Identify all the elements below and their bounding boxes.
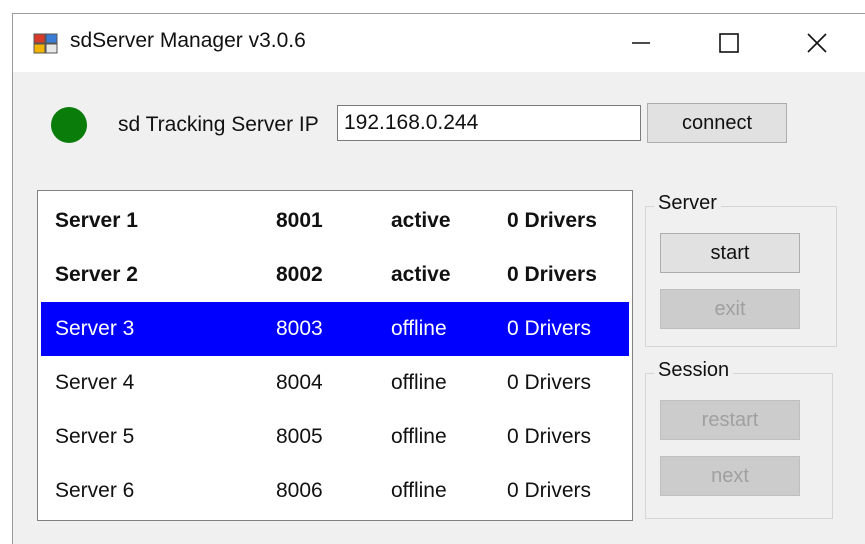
server-port: 8006 bbox=[276, 479, 323, 502]
server-drivers: 0 Drivers bbox=[507, 425, 592, 448]
session-group-legend: Session bbox=[654, 359, 734, 382]
server-list[interactable]: Server 1 8001 active 0 Drivers Server 2 … bbox=[37, 190, 633, 521]
server-drivers: 0 Drivers bbox=[507, 371, 592, 394]
server-ip-label: sd Tracking Server IP bbox=[118, 113, 319, 136]
server-status: offline bbox=[391, 425, 447, 448]
server-row[interactable]: Server 1 8001 active 0 Drivers bbox=[41, 194, 629, 248]
title-bar[interactable]: sdServer Manager v3.0.6 bbox=[13, 14, 865, 72]
server-drivers: 0 Drivers bbox=[507, 209, 597, 232]
server-row[interactable]: Server 6 8006 offline 0 Drivers bbox=[41, 464, 629, 518]
server-name: Server 5 bbox=[55, 425, 135, 448]
server-name: Server 3 bbox=[55, 317, 135, 340]
server-row[interactable]: Server 4 8004 offline 0 Drivers bbox=[41, 356, 629, 410]
server-status: active bbox=[391, 209, 451, 232]
session-groupbox: Session bbox=[645, 359, 833, 519]
server-status: offline bbox=[391, 479, 447, 502]
server-group-legend: Server bbox=[654, 192, 721, 215]
exit-button: exit bbox=[660, 289, 800, 329]
start-button[interactable]: start bbox=[660, 233, 800, 273]
server-name: Server 1 bbox=[55, 209, 138, 232]
server-drivers: 0 Drivers bbox=[507, 479, 592, 502]
server-port: 8004 bbox=[276, 371, 323, 394]
server-port: 8002 bbox=[276, 263, 323, 286]
server-status: offline bbox=[391, 317, 447, 340]
server-status: offline bbox=[391, 371, 447, 394]
next-button: next bbox=[660, 456, 800, 496]
minimize-button[interactable] bbox=[597, 14, 685, 72]
server-name: Server 4 bbox=[55, 371, 135, 394]
app-icon bbox=[33, 33, 58, 54]
connect-button[interactable]: connect bbox=[647, 103, 787, 143]
maximize-button[interactable] bbox=[685, 14, 773, 72]
minimize-icon bbox=[632, 42, 650, 44]
server-row[interactable]: Server 2 8002 active 0 Drivers bbox=[41, 248, 629, 302]
server-row[interactable]: Server 5 8005 offline 0 Drivers bbox=[41, 410, 629, 464]
server-name: Server 2 bbox=[55, 263, 138, 286]
restart-button: restart bbox=[660, 400, 800, 440]
connection-status-indicator bbox=[51, 107, 87, 143]
server-port: 8005 bbox=[276, 425, 323, 448]
server-drivers: 0 Drivers bbox=[507, 317, 592, 340]
close-icon bbox=[807, 33, 827, 53]
server-drivers: 0 Drivers bbox=[507, 263, 597, 286]
window-title: sdServer Manager v3.0.6 bbox=[70, 29, 306, 52]
close-button[interactable] bbox=[773, 14, 861, 72]
server-row-selected[interactable]: Server 3 8003 offline 0 Drivers bbox=[41, 302, 629, 356]
server-status: active bbox=[391, 263, 451, 286]
app-window: sdServer Manager v3.0.6 sd Tracking Serv… bbox=[12, 13, 865, 544]
server-port: 8003 bbox=[276, 317, 323, 340]
server-port: 8001 bbox=[276, 209, 323, 232]
maximize-icon bbox=[719, 33, 739, 53]
server-ip-input[interactable] bbox=[337, 105, 641, 141]
server-name: Server 6 bbox=[55, 479, 135, 502]
